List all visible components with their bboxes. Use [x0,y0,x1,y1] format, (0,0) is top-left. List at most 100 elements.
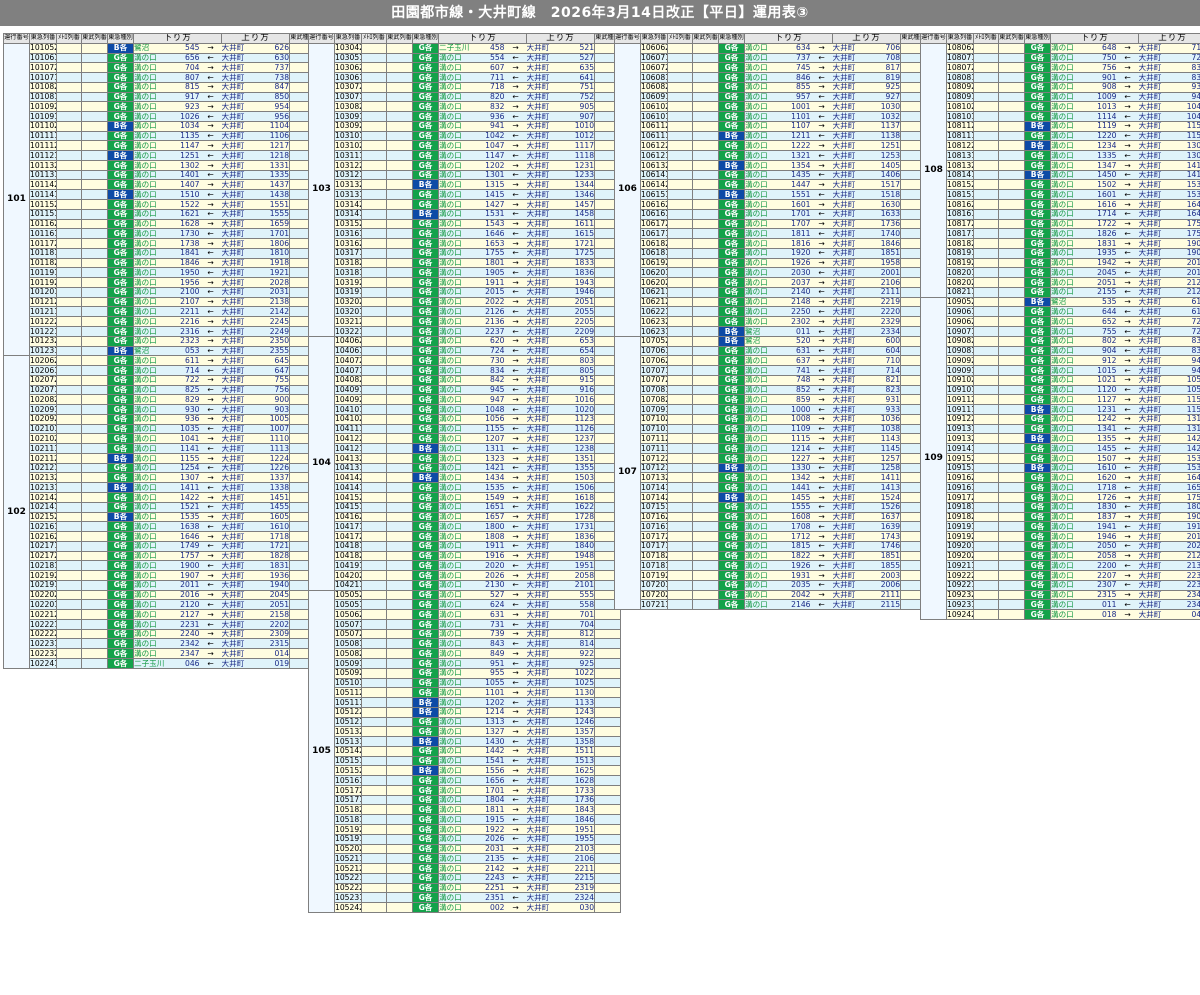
train-number: 109191 [946,521,974,533]
table-row: 105 105052 G各 溝の口 527 → 大井町 555 [308,589,622,913]
table-row: 101162 G各 溝の口 1628 → 大井町 1659 [4,218,317,230]
departure-station: 溝の口 [438,296,479,308]
departure-time: 2051 [1090,277,1117,288]
train-number: 104102 [334,413,362,425]
train-type-badge: G各 [1024,159,1051,171]
metro-train-number [667,286,693,298]
train-type-badge: G各 [1024,335,1051,347]
train-type-badge: G各 [1024,208,1051,220]
train-type-badge: G各 [107,443,134,454]
arrival-time: 2249 [263,325,290,337]
arrival-station: 大井町 [526,335,569,347]
tobu-train-number [692,462,719,474]
arrival-station: 大井町 [832,199,875,210]
departure-time: 1941 [1090,521,1117,533]
tobu-train-number [998,111,1025,122]
train-type-badge: G各 [412,550,439,562]
direction-arrow: ← [504,872,527,884]
direction-arrow: ← [199,658,222,669]
train-type-badge: G各 [718,443,745,454]
departure-time: 1202 [478,159,505,171]
departure-station: 溝の口 [133,111,174,122]
metro-train-number [973,374,999,386]
arrival-station: 大井町 [221,443,264,454]
direction-arrow: ← [1116,579,1139,591]
departure-station: 溝の口 [438,579,479,591]
direction-arrow: → [810,238,833,249]
metro-train-number [361,374,387,386]
departure-time: 1411 [173,482,200,493]
table-row: 102231 G各 溝の口 2342 ← 大井町 2315 [4,638,317,650]
metro-train-number [361,306,387,318]
direction-arrow: ← [199,325,222,337]
departure-time: 1313 [478,716,505,728]
arrival-time: 805 [568,365,595,376]
tobu-train-number [386,394,413,406]
tobu-train-number [998,91,1025,103]
metro-train-number [973,179,999,191]
train-number: 105071 [334,618,362,630]
table-row: 108162G各溝の口1616→大井町1645 [921,199,1200,210]
arrival-station: 大井町 [221,521,264,533]
departure-time: 1251 [173,150,200,161]
train-number: 102181 [29,560,57,572]
train-number: 108091 [946,91,974,103]
train-number: 105051 [334,599,362,611]
direction-arrow: → [199,218,222,230]
metro-train-number [973,345,999,357]
direction-arrow: → [504,531,527,542]
table-row: 102201 G各 溝の口 2120 ← 大井町 2051 [4,599,317,611]
table-row: 108172G各溝の口1722→大井町1751 [921,218,1200,230]
tobu-train-number [998,521,1025,533]
train-type-badge: G各 [718,150,745,161]
header-operation-number: 運行番号 [920,33,947,44]
train-type-badge: G各 [412,658,439,669]
departure-time: 2045 [1090,267,1117,279]
departure-station: 溝の口 [1050,111,1091,122]
departure-station: 溝の口 [438,394,479,406]
table-row: 105122 B各 溝の口 1214 → 大井町 1243 [309,706,622,718]
arrival-station: 大井町 [1138,238,1181,249]
direction-arrow: ← [810,325,833,337]
metro-train-number [361,91,387,103]
table-row: 107081 G各 溝の口 852 ← 大井町 823 [615,384,928,396]
train-type-badge: G各 [718,560,745,572]
departure-station: 溝の口 [133,365,174,376]
train-type-badge: G各 [1024,62,1051,74]
departure-time: 1447 [784,179,811,191]
train-type-badge: G各 [1024,52,1051,64]
direction-arrow: ← [504,892,527,904]
table-row: 107161 G各 溝の口 1708 ← 大井町 1639 [615,521,928,533]
arrival-station: 大井町 [1138,599,1181,611]
departure-time: 930 [173,404,200,415]
table-row: 102 102062 G各 溝の口 611 → 大井町 645 [3,355,317,669]
departure-station: 溝の口 [1050,609,1091,620]
table-row: 106151 B各 溝の口 1551 ← 大井町 1518 [615,189,928,201]
tobu-train-number [386,267,413,279]
departure-time: 923 [173,101,200,113]
train-type-badge: G各 [412,501,439,513]
tobu-train-number [692,404,719,415]
departure-station: 溝の口 [1050,404,1091,415]
train-type-badge: B各 [718,130,745,142]
train-type-badge: G各 [412,218,439,230]
departure-station: 溝の口 [438,238,479,249]
metro-train-number [361,804,387,816]
tobu-train-number [386,345,413,357]
train-type-badge: G各 [107,550,134,562]
train-type-badge: G各 [1024,111,1051,122]
train-type-badge: G各 [412,238,439,249]
arrival-station: 大井町 [526,794,569,806]
departure-time: 2243 [478,872,505,884]
direction-arrow: → [504,550,527,562]
tobu-train-number [81,599,108,611]
departure-station: 溝の口 [438,159,479,171]
tobu-train-number [81,150,108,161]
table-row: 108161G各溝の口1714←大井町1645 [921,208,1200,220]
metro-train-number [56,150,82,161]
departure-time: 2251 [478,882,505,894]
train-number: 106082 [640,81,668,93]
train-type-badge: G各 [412,589,439,601]
train-type-badge: G各 [107,618,134,630]
tobu-train-number [692,599,719,611]
